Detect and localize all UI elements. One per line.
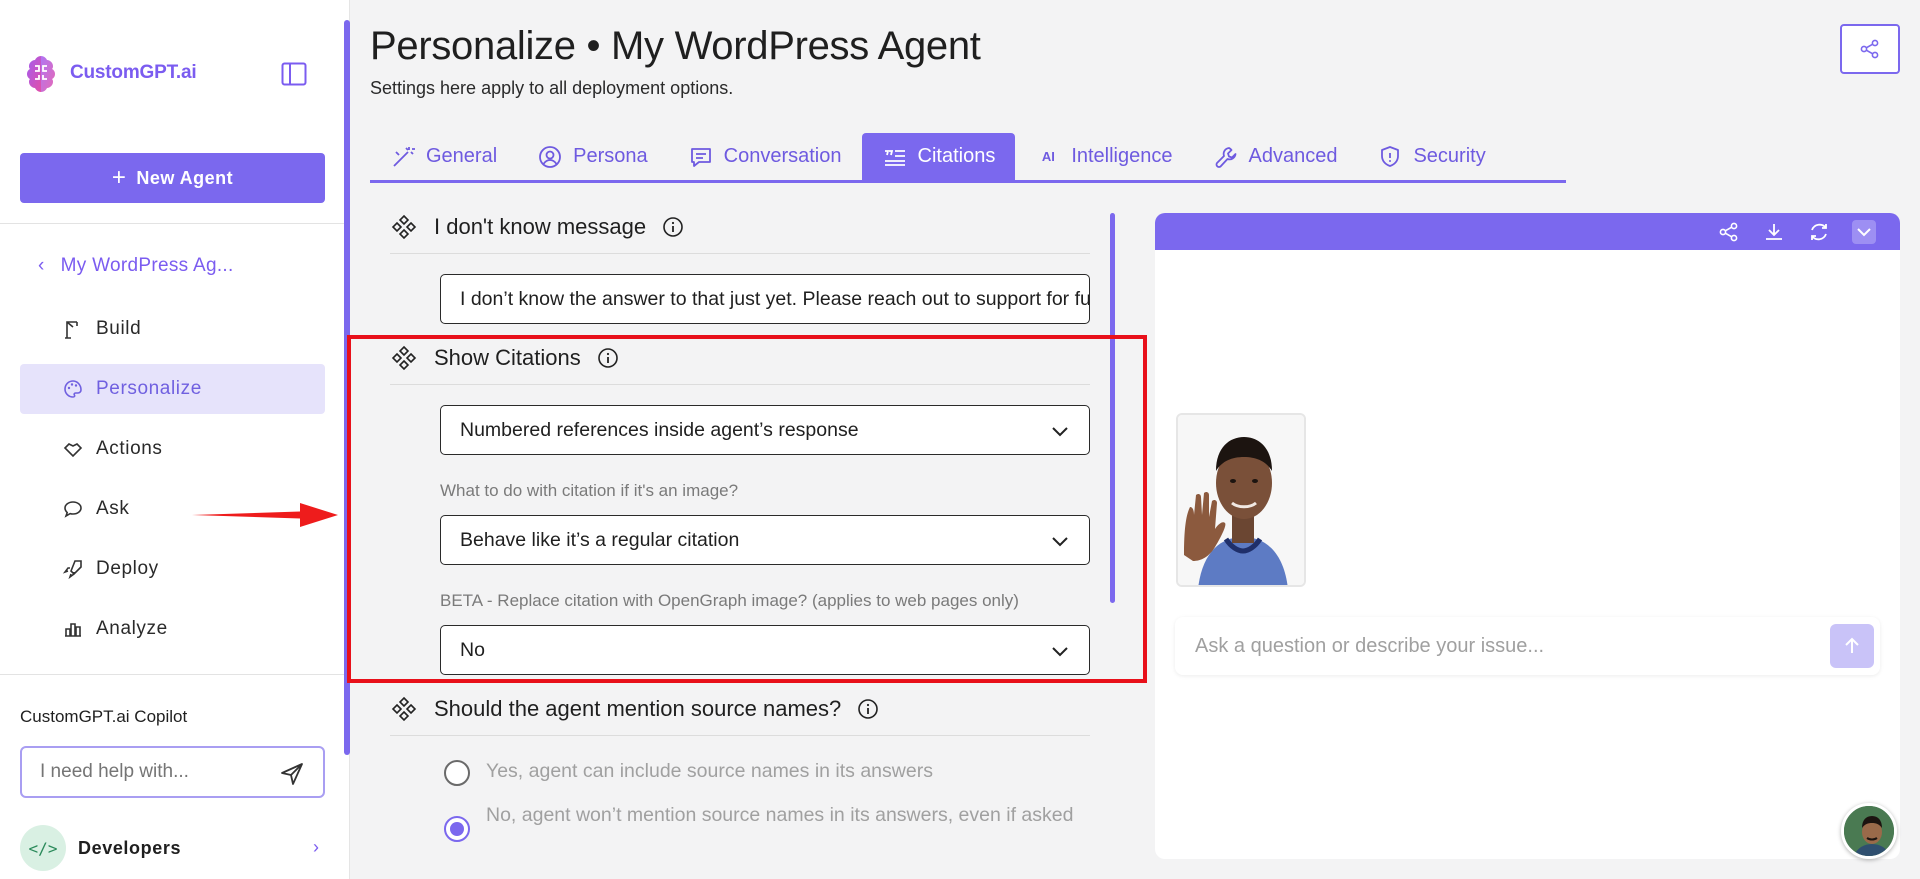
sidebar-item-analyze[interactable]: Analyze bbox=[20, 604, 325, 654]
page-subtitle: Settings here apply to all deployment op… bbox=[370, 78, 734, 98]
agent-name: My WordPress Ag... bbox=[60, 255, 234, 276]
chat-bubble-icon bbox=[64, 501, 82, 518]
share-icon bbox=[1860, 39, 1879, 59]
idk-message-input[interactable]: I don’t know the answer to that just yet… bbox=[440, 274, 1090, 324]
preview-ask-input[interactable]: Ask a question or describe your issue... bbox=[1175, 617, 1880, 675]
bar-chart-icon bbox=[65, 623, 81, 637]
new-agent-label: New Agent bbox=[136, 167, 234, 188]
annotation-highlight-box bbox=[347, 335, 1147, 683]
user-circle-icon bbox=[539, 145, 562, 168]
drag-handle-icon[interactable] bbox=[390, 695, 418, 723]
sidebar-item-build[interactable]: Build bbox=[20, 304, 325, 354]
annotation-arrow-icon bbox=[192, 503, 338, 527]
plus-icon: + bbox=[111, 164, 127, 191]
sidebar-item-label: Deploy bbox=[96, 558, 159, 579]
tab-general[interactable]: General bbox=[370, 133, 517, 180]
arrow-up-icon bbox=[1845, 637, 1859, 653]
sidebar-divider bbox=[0, 674, 350, 675]
chevron-right-icon: › bbox=[313, 837, 319, 857]
sidebar-item-personalize[interactable]: Personalize bbox=[20, 364, 325, 414]
sidebar-collapse-icon[interactable] bbox=[281, 62, 307, 86]
sidebar: CustomGPT.ai + New Agent ‹ My WordPress … bbox=[0, 0, 350, 879]
radio-label: No, agent won’t mention source names in … bbox=[486, 804, 1074, 826]
send-icon[interactable] bbox=[279, 761, 305, 787]
code-icon: </> bbox=[20, 825, 66, 871]
support-avatar[interactable] bbox=[1841, 803, 1897, 859]
share-button[interactable] bbox=[1840, 24, 1900, 74]
share-icon[interactable] bbox=[1717, 220, 1741, 244]
section-divider bbox=[390, 735, 1090, 736]
ai-icon: AI bbox=[1041, 149, 1055, 164]
settings-tabs: General Persona Conversation Citations A… bbox=[370, 133, 1566, 183]
copilot-input-box[interactable] bbox=[20, 746, 325, 798]
ask-placeholder: Ask a question or describe your issue... bbox=[1195, 634, 1545, 657]
developers-label: Developers bbox=[78, 837, 182, 858]
tab-conversation[interactable]: Conversation bbox=[668, 133, 862, 180]
preview-toolbar bbox=[1155, 213, 1900, 250]
refresh-icon[interactable] bbox=[1807, 220, 1831, 244]
agent-avatar-portrait bbox=[1178, 415, 1304, 585]
tab-advanced[interactable]: Advanced bbox=[1193, 133, 1358, 180]
agent-preview-panel: Ask a question or describe your issue... bbox=[1155, 213, 1900, 859]
tab-security[interactable]: Security bbox=[1357, 133, 1505, 180]
download-icon[interactable] bbox=[1762, 220, 1786, 244]
sidebar-item-label: Actions bbox=[96, 438, 163, 459]
shield-icon bbox=[1381, 145, 1400, 167]
sidebar-item-label: Personalize bbox=[96, 378, 202, 399]
tab-citations[interactable]: Citations bbox=[861, 133, 1016, 180]
rocket-icon bbox=[62, 560, 82, 580]
sidebar-item-label: Build bbox=[96, 318, 142, 339]
developers-link[interactable]: </> Developers › bbox=[20, 825, 325, 871]
crane-icon bbox=[65, 321, 78, 339]
info-icon[interactable] bbox=[662, 216, 684, 238]
page-title: Personalize • My WordPress Agent bbox=[370, 24, 981, 68]
drag-handle-icon[interactable] bbox=[390, 213, 418, 241]
section-divider bbox=[390, 253, 1090, 254]
handshake-icon bbox=[63, 443, 83, 458]
sidebar-item-actions[interactable]: Actions bbox=[20, 424, 325, 474]
brand[interactable]: CustomGPT.ai bbox=[20, 52, 197, 94]
tab-label: Persona bbox=[573, 145, 648, 167]
back-to-agent-link[interactable]: ‹ My WordPress Ag... bbox=[38, 255, 234, 277]
chevron-left-icon: ‹ bbox=[38, 255, 45, 276]
chevron-down-icon[interactable] bbox=[1852, 220, 1876, 244]
tab-label: Conversation bbox=[723, 145, 842, 167]
idk-message-value: I don’t know the answer to that just yet… bbox=[460, 287, 1090, 310]
idk-title: I don't know message bbox=[434, 214, 647, 239]
tab-label: Advanced bbox=[1248, 145, 1338, 167]
sidebar-item-deploy[interactable]: Deploy bbox=[20, 544, 325, 594]
sidebar-item-label: Analyze bbox=[96, 618, 168, 639]
info-icon[interactable] bbox=[857, 698, 879, 720]
source-names-option-yes[interactable]: Yes, agent can include source names in i… bbox=[444, 760, 933, 786]
message-icon bbox=[690, 147, 711, 167]
tab-intelligence[interactable]: AI Intelligence bbox=[1015, 133, 1192, 180]
source-names-title: Should the agent mention source names? bbox=[434, 696, 842, 721]
wand-icon bbox=[393, 146, 415, 167]
idk-section-header: I don't know message bbox=[390, 213, 684, 241]
quote-list-icon bbox=[884, 149, 905, 166]
agent-avatar-image bbox=[1176, 413, 1306, 587]
tab-label: Intelligence bbox=[1071, 145, 1173, 167]
new-agent-button[interactable]: + New Agent bbox=[20, 153, 325, 203]
source-names-option-no[interactable]: No, agent won’t mention source names in … bbox=[444, 800, 1084, 842]
radio-button-checked[interactable] bbox=[444, 816, 470, 842]
radio-button[interactable] bbox=[444, 760, 470, 786]
wrench-icon bbox=[1215, 146, 1236, 168]
sidebar-item-label: Ask bbox=[96, 498, 130, 519]
ask-send-button[interactable] bbox=[1830, 624, 1874, 668]
radio-label: Yes, agent can include source names in i… bbox=[486, 760, 933, 782]
palette-icon bbox=[64, 380, 82, 398]
tab-label: Security bbox=[1413, 145, 1486, 167]
tab-persona[interactable]: Persona bbox=[517, 133, 668, 180]
source-names-section-header: Should the agent mention source names? bbox=[390, 695, 879, 723]
sidebar-divider bbox=[0, 223, 350, 224]
brand-name: CustomGPT.ai bbox=[70, 62, 197, 83]
tab-label: General bbox=[426, 145, 498, 167]
copilot-title: CustomGPT.ai Copilot bbox=[20, 707, 188, 726]
copilot-input[interactable] bbox=[40, 761, 270, 783]
tab-label: Citations bbox=[917, 145, 996, 167]
brain-logo-icon bbox=[27, 56, 55, 92]
